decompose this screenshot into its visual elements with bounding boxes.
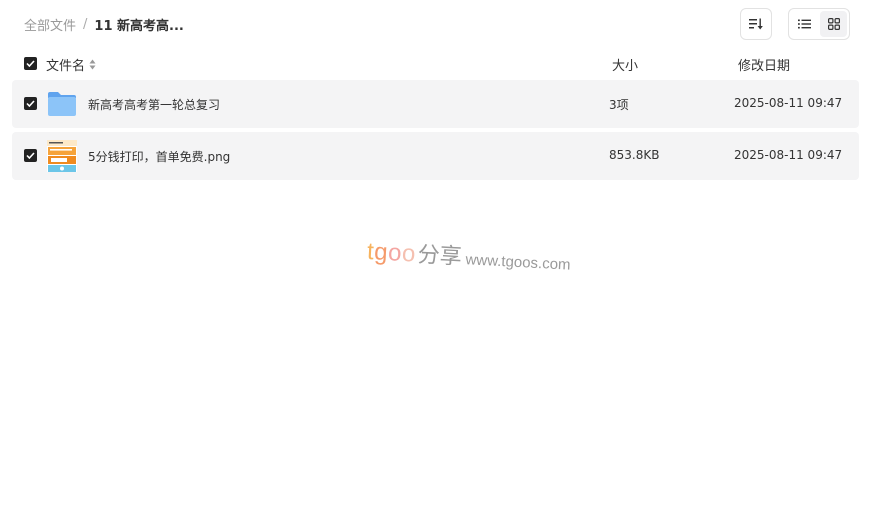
list-view-button[interactable] — [791, 11, 818, 37]
image-thumbnail — [46, 140, 78, 172]
column-header-name[interactable]: 文件名 — [46, 55, 96, 74]
table-header: 文件名 大小 修改日期 — [12, 52, 859, 76]
grid-view-button[interactable] — [820, 11, 847, 37]
watermark-url: www.tgoos.com — [465, 251, 571, 274]
file-size: 3项 — [609, 98, 629, 112]
check-icon — [26, 60, 35, 67]
watermark: tgoo 分享 www.tgoos.com — [366, 234, 578, 285]
column-header-date[interactable]: 修改日期 — [738, 55, 790, 74]
file-date: 2025-08-11 09:47 — [734, 96, 843, 110]
file-name[interactable]: 新高考高考第一轮总复习 — [88, 96, 220, 113]
check-icon — [26, 152, 35, 159]
breadcrumb-separator: / — [83, 16, 88, 32]
column-header-name-label: 文件名 — [46, 59, 86, 74]
file-name[interactable]: 5分钱打印，首单免费.png — [88, 148, 230, 165]
table-row[interactable]: 新高考高考第一轮总复习 3项 2025-08-11 09:47 — [12, 80, 859, 128]
file-size: 853.8KB — [609, 148, 660, 162]
row-checkbox[interactable] — [24, 97, 37, 110]
row-checkbox[interactable] — [24, 149, 37, 162]
sort-button[interactable] — [740, 8, 772, 40]
watermark-brand: tgoo — [366, 238, 417, 268]
sort-icon — [749, 18, 763, 30]
select-all-checkbox[interactable] — [24, 57, 37, 70]
check-icon — [26, 100, 35, 107]
folder-icon — [46, 88, 78, 120]
watermark-cn: 分享 — [417, 241, 463, 269]
breadcrumb-root[interactable]: 全部文件 — [24, 15, 76, 34]
list-view-icon — [798, 19, 811, 29]
sort-toggle-icon — [89, 59, 96, 70]
file-browser: 全部文件 / 11 新高考高... 文件名 大小 修改日期 新高考高考第一轮总复… — [0, 0, 874, 514]
view-toggle — [788, 8, 850, 40]
breadcrumb-current: 11 新高考高... — [94, 18, 184, 34]
column-header-size[interactable]: 大小 — [612, 55, 638, 74]
grid-view-icon — [827, 18, 840, 30]
file-date: 2025-08-11 09:47 — [734, 148, 843, 162]
table-row[interactable]: 5分钱打印，首单免费.png 853.8KB 2025-08-11 09:47 — [12, 132, 859, 180]
breadcrumb: 全部文件 / 11 新高考高... — [24, 14, 184, 34]
